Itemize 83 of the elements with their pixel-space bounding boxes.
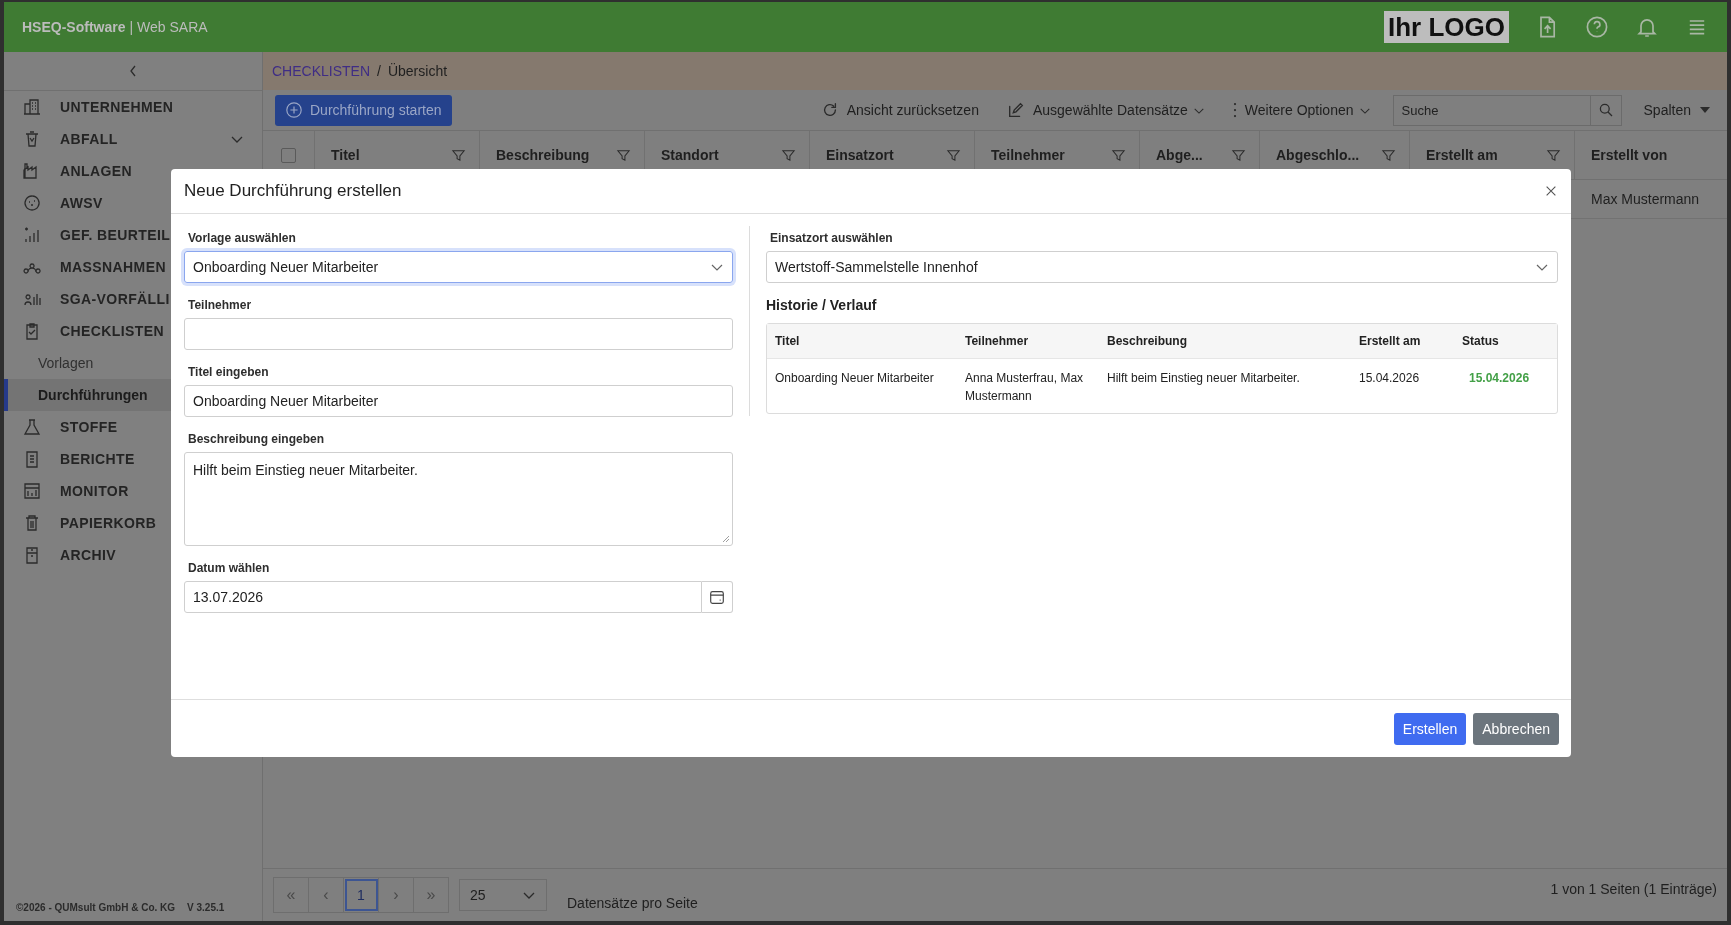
table-cell-text: 15.04.2026 xyxy=(1359,370,1421,387)
select-all-checkbox[interactable] xyxy=(281,147,296,163)
logo: Ihr LOGO xyxy=(1384,11,1509,43)
column-header: Titel xyxy=(775,334,801,348)
template-select[interactable]: Onboarding Neuer Mitarbeiter xyxy=(184,251,733,283)
sidebar-item[interactable]: CHECKLISTEN xyxy=(4,315,262,347)
brand-separator: | xyxy=(129,19,134,35)
chevron-down-icon xyxy=(230,134,244,144)
status-text: 15.04.2026 xyxy=(1468,370,1531,387)
date-field[interactable]: 13.07.2026 xyxy=(184,581,702,613)
field-label: Vorlage auswählen xyxy=(187,230,297,247)
create-button[interactable]: Erstellen xyxy=(1393,712,1467,745)
location-select[interactable]: Wertstoff-Sammelstelle Innenhof xyxy=(766,251,1558,283)
start-button[interactable]: Durchführung starten xyxy=(275,94,452,126)
search-field[interactable]: Suche xyxy=(1392,94,1591,126)
search-icon xyxy=(1597,102,1614,118)
next-page-button[interactable]: › xyxy=(379,878,414,912)
field-label: Einsatzort auswählen xyxy=(769,230,894,247)
breadcrumb-current: Übersicht xyxy=(387,63,448,79)
first-page-button[interactable]: « xyxy=(274,878,309,912)
page-size-label: Datensätze pro Seite xyxy=(567,895,698,911)
column-header: Teilnehmer xyxy=(965,334,1030,348)
dialog-title: Neue Durchführung erstellen xyxy=(184,181,402,201)
filter-icon[interactable] xyxy=(1231,147,1246,163)
page-size-select[interactable]: 25 xyxy=(459,879,547,911)
filter-icon[interactable] xyxy=(781,147,796,163)
brand-name: HSEQ-Software xyxy=(22,19,126,35)
building-icon xyxy=(22,97,42,117)
toolbar-action[interactable]: Ausgewählte Datensätze xyxy=(994,95,1217,125)
table-cell-text: Max Mustermann xyxy=(1590,190,1701,209)
help-icon[interactable] xyxy=(1585,15,1609,39)
caret-icon xyxy=(1699,106,1711,114)
calendar-button[interactable] xyxy=(702,581,733,613)
columns-button[interactable]: Spalten xyxy=(1637,101,1717,119)
page-button[interactable]: 1 xyxy=(344,878,379,912)
more-icon xyxy=(1232,101,1237,119)
breadcrumb-separator: / xyxy=(377,63,381,79)
column-header[interactable]: Erstellt von xyxy=(1575,131,1727,179)
page-summary: 1 von 1 Seiten (1 Einträge) xyxy=(1550,881,1717,897)
field-label: Teilnehmer xyxy=(187,297,253,314)
caret-icon xyxy=(1535,262,1549,272)
sidebar-item[interactable]: ABFALL xyxy=(4,123,262,155)
field-label: Datum wählen xyxy=(187,560,271,577)
flask-icon xyxy=(22,417,42,437)
column-header: Status xyxy=(1462,334,1500,348)
column-header: Erstellt am xyxy=(1359,334,1422,348)
version-text: V 3.25.1 xyxy=(187,902,225,913)
table-cell-text: Hilft beim Einstieg neuer Mitarbeiter. xyxy=(1107,370,1301,387)
column-header: Beschreibung xyxy=(1107,334,1188,348)
plus-circle-icon xyxy=(285,101,303,119)
toolbar-action[interactable]: Weitere Optionen xyxy=(1220,95,1383,125)
caret-icon xyxy=(710,262,724,272)
collapse-icon[interactable] xyxy=(128,64,138,78)
table-cell-text: Anna Musterfrau, Max Mustermann xyxy=(965,370,1085,405)
close-icon[interactable] xyxy=(1544,184,1558,198)
bar-chart-icon xyxy=(22,225,42,245)
sidebar-item[interactable]: UNTERNEHMEN xyxy=(4,91,262,123)
field-label: Beschreibung eingeben xyxy=(187,431,326,448)
toolbar-action[interactable]: Ansicht zurücksetzen xyxy=(808,95,991,125)
filter-icon[interactable] xyxy=(451,147,466,163)
edit-icon xyxy=(1006,101,1025,119)
filter-icon[interactable] xyxy=(1546,147,1561,163)
input-field[interactable] xyxy=(184,318,733,350)
cancel-button[interactable]: Abbrechen xyxy=(1473,712,1559,745)
filter-icon[interactable] xyxy=(946,147,961,163)
resize-grip-icon[interactable] xyxy=(722,535,730,543)
product-name: Web SARA xyxy=(137,19,208,35)
history-heading: Historie / Verlauf xyxy=(766,297,878,313)
copyright-text: ©2026 - QUMsult GmbH & Co. KG xyxy=(16,902,176,913)
monitor-icon xyxy=(22,481,42,501)
filter-icon[interactable] xyxy=(1111,147,1126,163)
last-page-button[interactable]: » xyxy=(414,878,448,912)
caret-icon xyxy=(522,890,536,900)
input-field[interactable]: Onboarding Neuer Mitarbeiter xyxy=(184,385,733,417)
filter-icon[interactable] xyxy=(1381,147,1396,163)
table-cell-text: Onboarding Neuer Mitarbeiter xyxy=(775,370,935,387)
filter-icon[interactable] xyxy=(616,147,631,163)
field-label: Titel eingeben xyxy=(187,364,270,381)
description-field[interactable]: Hilft beim Einstieg neuer Mitarbeiter. xyxy=(184,452,733,546)
calendar-icon xyxy=(708,588,726,606)
breadcrumb-link[interactable]: CHECKLISTEN xyxy=(272,63,371,79)
previous-page-button[interactable]: ‹ xyxy=(309,878,344,912)
search-button[interactable] xyxy=(1590,94,1622,126)
